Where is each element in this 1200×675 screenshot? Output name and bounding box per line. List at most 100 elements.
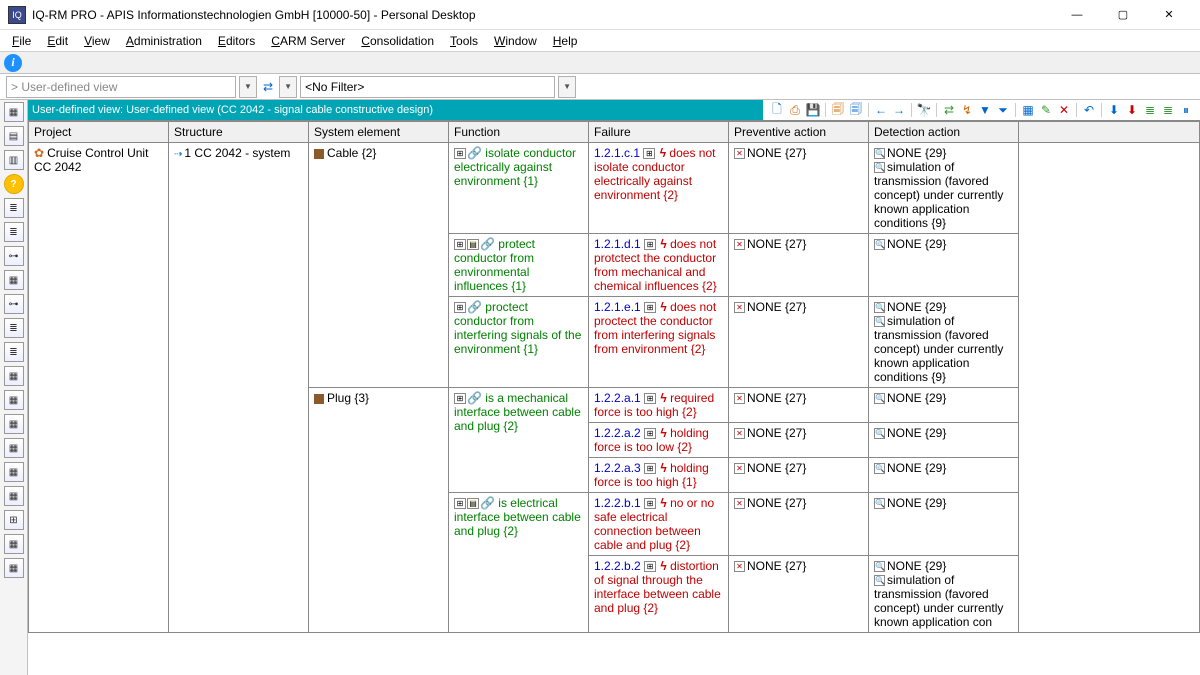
close-button[interactable]: ✕ (1146, 0, 1192, 30)
prev-none: NONE {27} (747, 426, 806, 440)
sidebar-tool-16[interactable]: ▦ (4, 486, 24, 506)
toolbar-btn-17[interactable]: ▦ (1020, 102, 1036, 118)
sidebar-tool-11[interactable]: ▦ (4, 366, 24, 386)
failure-code: 1.2.1.c.1 (594, 146, 640, 160)
share-control[interactable]: ⇄ (260, 80, 276, 94)
det-icon: 🔍 (874, 148, 885, 159)
col-failure[interactable]: Failure (589, 122, 729, 143)
minimize-button[interactable]: — (1054, 0, 1100, 30)
sidebar-tool-14[interactable]: ▦ (4, 438, 24, 458)
menu-file[interactable]: File (6, 32, 37, 50)
sidebar-tool-2[interactable]: ▥ (4, 150, 24, 170)
menu-editors[interactable]: Editors (212, 32, 261, 50)
content-pane: User-defined view: User-defined view (CC… (28, 100, 1200, 675)
toolbar-btn-2[interactable]: 💾 (805, 102, 821, 118)
data-grid[interactable]: ProjectStructureSystem elementFunctionFa… (28, 120, 1200, 675)
sidebar-tool-10[interactable]: ≣ (4, 342, 24, 362)
toolbar-btn-14[interactable]: ▼ (977, 102, 993, 118)
toolbar-btn-27[interactable]: ⏸ (1178, 102, 1194, 118)
det-icon: 🔍 (874, 575, 885, 586)
toolbar-btn-1[interactable]: ⎙ (787, 102, 803, 118)
bolt-icon: ϟ (660, 461, 666, 475)
grid-icon: ⊞ (644, 393, 656, 404)
sidebar-tool-12[interactable]: ▦ (4, 390, 24, 410)
toolbar-btn-0[interactable]: 🗋 (769, 102, 785, 118)
sidebar-tool-5[interactable]: ≣ (4, 222, 24, 242)
menu-administration[interactable]: Administration (120, 32, 208, 50)
maximize-button[interactable]: ▢ (1100, 0, 1146, 30)
view-combo[interactable]: > User-defined view (6, 76, 236, 98)
col-system-element[interactable]: System element (309, 122, 449, 143)
none-icon: ✕ (734, 239, 745, 250)
menu-view[interactable]: View (78, 32, 116, 50)
toolbar-btn-5[interactable]: 🗐 (848, 102, 864, 118)
toolbar-btn-21[interactable]: ↶ (1081, 102, 1097, 118)
sidebar-tool-13[interactable]: ▦ (4, 414, 24, 434)
element-name: Plug {3} (327, 391, 369, 405)
sidebar-tool-8[interactable]: ⊶ (4, 294, 24, 314)
sidebar-tool-17[interactable]: ⊞ (4, 510, 24, 530)
grid-icon: ⊞ (644, 239, 656, 250)
table-row[interactable]: ✿Cruise Control Unit CC 2042⇢1 CC 2042 -… (29, 143, 1200, 234)
sidebar-tool-18[interactable]: ▦ (4, 534, 24, 554)
structure-icon: ⇢ (174, 149, 182, 160)
toolbar-btn-23[interactable]: ⬇ (1106, 102, 1122, 118)
toolbar-btn-13[interactable]: ↯ (959, 102, 975, 118)
menu-carm server[interactable]: CARM Server (265, 32, 351, 50)
sidebar-tool-15[interactable]: ▦ (4, 462, 24, 482)
toolbar-btn-26[interactable]: ≣ (1160, 102, 1176, 118)
sidebar-tool-6[interactable]: ⊶ (4, 246, 24, 266)
col-detection-action[interactable]: Detection action (869, 122, 1019, 143)
grid-icon: ⊞ (454, 393, 466, 404)
menu-consolidation[interactable]: Consolidation (355, 32, 440, 50)
menu-edit[interactable]: Edit (41, 32, 74, 50)
toolbar-btn-4[interactable]: 🗐 (830, 102, 846, 118)
sidebar-tool-9[interactable]: ≣ (4, 318, 24, 338)
col-preventive-action[interactable]: Preventive action (729, 122, 869, 143)
sidebar-tool-19[interactable]: ▦ (4, 558, 24, 578)
window-title: IQ-RM PRO - APIS Informationstechnologie… (32, 8, 1054, 22)
view-header-label: User-defined view: User-defined view (CC… (32, 104, 433, 116)
link-icon: 🔗 (467, 300, 482, 314)
toolbar-btn-19[interactable]: ✕ (1056, 102, 1072, 118)
menu-tools[interactable]: Tools (444, 32, 484, 50)
det-none: NONE {29} (887, 559, 946, 573)
grid-icon: ⊞ (454, 148, 466, 159)
toolbar-btn-8[interactable]: → (891, 102, 907, 118)
grid-icon: ⊞ (454, 239, 466, 250)
sidebar-tool-0[interactable]: ▦ (4, 102, 24, 122)
toolbar-btn-18[interactable]: ✎ (1038, 102, 1054, 118)
toolbar-btn-15[interactable]: ⏷ (995, 102, 1011, 118)
col-function[interactable]: Function (449, 122, 589, 143)
info-icon[interactable]: i (4, 54, 22, 72)
filter-combo-arrow[interactable]: ▼ (558, 76, 576, 98)
toolbar-btn-25[interactable]: ≣ (1142, 102, 1158, 118)
app-icon: IQ (8, 6, 26, 24)
toolbar-btn-12[interactable]: ⇄ (941, 102, 957, 118)
grid-icon: ⊞ (644, 498, 656, 509)
toolbar-btn-7[interactable]: ← (873, 102, 889, 118)
toolbar-btn-10[interactable]: 🔭 (916, 102, 932, 118)
det-none: NONE {29} (887, 496, 946, 510)
col-project[interactable]: Project (29, 122, 169, 143)
view-combo-arrow[interactable]: ▼ (239, 76, 257, 98)
view-header: User-defined view: User-defined view (CC… (28, 100, 1200, 120)
toolbar-btn-24[interactable]: ⬇ (1124, 102, 1140, 118)
none-icon: ✕ (734, 463, 745, 474)
col-structure[interactable]: Structure (169, 122, 309, 143)
sidebar-tool-1[interactable]: ▤ (4, 126, 24, 146)
sidebar-tool-4[interactable]: ≣ (4, 198, 24, 218)
share-arrow[interactable]: ▼ (279, 76, 297, 98)
link-icon: 🔗 (467, 391, 482, 405)
grid-icon: ⊞ (454, 302, 466, 313)
det-extra: simulation of transmission (favored conc… (874, 573, 1003, 629)
sidebar-tool-7[interactable]: ▦ (4, 270, 24, 290)
sidebar-tool-3[interactable]: ? (4, 174, 24, 194)
grid-icon: ⊞ (644, 561, 656, 572)
menu-window[interactable]: Window (488, 32, 543, 50)
filter-combo[interactable]: <No Filter> (300, 76, 555, 98)
note-icon: ▤ (467, 498, 479, 509)
menu-help[interactable]: Help (547, 32, 584, 50)
bolt-icon: ϟ (660, 391, 666, 405)
none-icon: ✕ (734, 302, 745, 313)
